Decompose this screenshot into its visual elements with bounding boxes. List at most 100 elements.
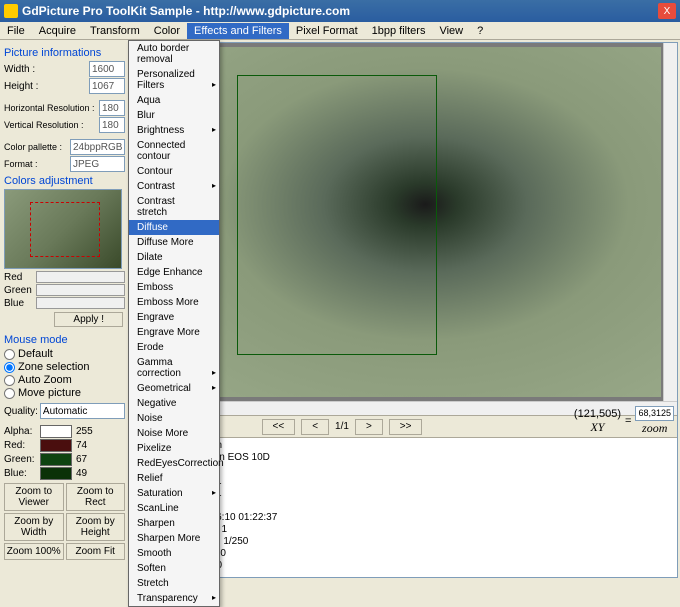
dropdown-item[interactable]: Contrast <box>129 179 219 194</box>
red-slider[interactable] <box>36 271 125 283</box>
menu-view[interactable]: View <box>432 23 470 39</box>
zoom-rect-button[interactable]: Zoom to Rect <box>66 483 126 511</box>
dropdown-item[interactable]: Negative <box>129 396 219 411</box>
dropdown-item[interactable]: Engrave More <box>129 325 219 340</box>
mouse-autozoom-radio[interactable] <box>4 375 15 386</box>
dropdown-item[interactable]: Brightness <box>129 123 219 138</box>
app-icon <box>4 4 18 18</box>
dropdown-item[interactable]: Smooth <box>129 546 219 561</box>
zoom-width-button[interactable]: Zoom by Width <box>4 513 64 541</box>
dropdown-item[interactable]: Pixelize <box>129 441 219 456</box>
red-swatch[interactable] <box>40 439 72 452</box>
alpha-swatch[interactable] <box>40 425 72 438</box>
menu-effects[interactable]: Effects and Filters <box>187 23 289 39</box>
dropdown-item[interactable]: Contour <box>129 164 219 179</box>
last-page-button[interactable]: >> <box>389 419 423 435</box>
dropdown-item[interactable]: Saturation <box>129 486 219 501</box>
format-field[interactable] <box>70 156 125 172</box>
dropdown-item[interactable]: Diffuse More <box>129 235 219 250</box>
dropdown-item[interactable]: Noise More <box>129 426 219 441</box>
coord-xy-label: XY <box>574 420 621 435</box>
menu-help[interactable]: ? <box>470 23 490 39</box>
blue-swatch[interactable] <box>40 467 72 480</box>
blue-label: Blue: <box>4 468 36 479</box>
menu-1bpp[interactable]: 1bpp filters <box>365 23 433 39</box>
blue-slider-label: Blue <box>4 298 34 309</box>
zoom-height-button[interactable]: Zoom by Height <box>66 513 126 541</box>
dropdown-item[interactable]: Dilate <box>129 250 219 265</box>
thumbnail <box>4 189 122 269</box>
vertical-scrollbar[interactable] <box>663 43 677 401</box>
apply-button[interactable]: Apply ! <box>54 312 123 327</box>
dropdown-item[interactable]: ScanLine <box>129 501 219 516</box>
picinfo-title: Picture informations <box>4 47 125 59</box>
dropdown-item[interactable]: Gamma correction <box>129 355 219 381</box>
coord-sep: = <box>625 415 631 427</box>
canvas-selection[interactable] <box>237 75 437 355</box>
menu-pixelformat[interactable]: Pixel Format <box>289 23 365 39</box>
dropdown-item[interactable]: Emboss <box>129 280 219 295</box>
menu-file[interactable]: File <box>0 23 32 39</box>
titlebar: GdPicture Pro ToolKit Sample - http://ww… <box>0 0 680 22</box>
hres-label: Horizontal Resolution : <box>4 103 95 113</box>
mouse-default-radio[interactable] <box>4 349 15 360</box>
width-field[interactable] <box>89 61 125 77</box>
first-page-button[interactable]: << <box>262 419 296 435</box>
page-position: 1/1 <box>335 421 349 432</box>
dropdown-item[interactable]: Auto border removal <box>129 41 219 67</box>
dropdown-item[interactable]: Emboss More <box>129 295 219 310</box>
dropdown-item[interactable]: Personalized Filters <box>129 67 219 93</box>
mouse-autozoom-label: Auto Zoom <box>18 374 72 386</box>
mouse-zone-radio[interactable] <box>4 362 15 373</box>
dropdown-item[interactable]: Diffuse <box>129 220 219 235</box>
dropdown-item[interactable]: Sharpen More <box>129 531 219 546</box>
zoom-viewer-button[interactable]: Zoom to Viewer <box>4 483 64 511</box>
format-label: Format : <box>4 159 38 169</box>
zoom-100-button[interactable]: Zoom 100% <box>4 543 64 560</box>
mouse-title: Mouse mode <box>4 334 125 346</box>
close-button[interactable]: X <box>658 3 676 19</box>
height-label: Height : <box>4 81 38 92</box>
palette-field[interactable] <box>70 139 125 155</box>
coord-box: (121,505) XY = 68,3125 zoom <box>574 406 674 436</box>
window-title: GdPicture Pro ToolKit Sample - http://ww… <box>22 4 658 18</box>
green-swatch[interactable] <box>40 453 72 466</box>
menu-acquire[interactable]: Acquire <box>32 23 83 39</box>
alpha-value: 255 <box>76 426 93 437</box>
dropdown-item[interactable]: Engrave <box>129 310 219 325</box>
mouse-zone-label: Zone selection <box>18 361 90 373</box>
dropdown-item[interactable]: Aqua <box>129 93 219 108</box>
vres-label: Vertical Resolution : <box>4 120 84 130</box>
dropdown-item[interactable]: Edge Enhance <box>129 265 219 280</box>
blue-value: 49 <box>76 468 87 479</box>
dropdown-item[interactable]: Erode <box>129 340 219 355</box>
dropdown-item[interactable]: Sharpen <box>129 516 219 531</box>
quality-field[interactable] <box>40 403 125 419</box>
dropdown-item[interactable]: Blur <box>129 108 219 123</box>
height-field[interactable] <box>89 78 125 94</box>
prev-page-button[interactable]: < <box>301 419 329 435</box>
dropdown-item[interactable]: RedEyesCorrection <box>129 456 219 471</box>
mouse-move-label: Move picture <box>18 387 81 399</box>
vres-field[interactable] <box>99 117 125 133</box>
dropdown-item[interactable]: Geometrical <box>129 381 219 396</box>
coloradj-title: Colors adjustment <box>4 175 125 187</box>
dropdown-item[interactable]: Stretch <box>129 576 219 591</box>
dropdown-item[interactable]: Connected contour <box>129 138 219 164</box>
mouse-move-radio[interactable] <box>4 388 15 399</box>
dropdown-item[interactable]: Soften <box>129 561 219 576</box>
zoom-fit-button[interactable]: Zoom Fit <box>66 543 126 560</box>
dropdown-item[interactable]: Contrast stretch <box>129 194 219 220</box>
left-panel: Picture informations Width : Height : Ho… <box>0 40 130 580</box>
green-slider[interactable] <box>36 284 125 296</box>
menu-transform[interactable]: Transform <box>83 23 147 39</box>
dropdown-item[interactable]: Transparency <box>129 591 219 606</box>
blue-slider[interactable] <box>36 297 125 309</box>
thumbnail-selection <box>30 202 100 257</box>
next-page-button[interactable]: > <box>355 419 383 435</box>
hres-field[interactable] <box>99 100 125 116</box>
menu-color[interactable]: Color <box>147 23 187 39</box>
dropdown-item[interactable]: Relief <box>129 471 219 486</box>
alpha-label: Alpha: <box>4 426 36 437</box>
dropdown-item[interactable]: Noise <box>129 411 219 426</box>
